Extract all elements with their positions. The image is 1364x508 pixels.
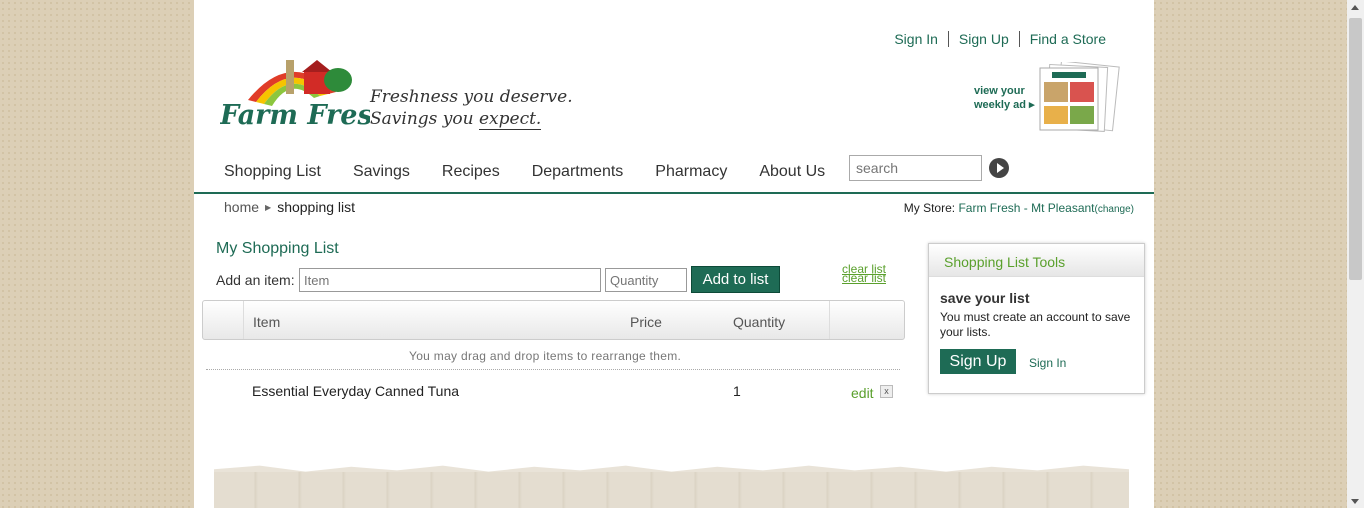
farm-fresh-logo[interactable]: Farm Fresh — [219, 52, 392, 132]
my-store-label: My Store: — [903, 201, 956, 215]
search-input[interactable] — [849, 155, 982, 181]
change-store-link[interactable]: change — [1098, 204, 1131, 215]
column-price: Price — [630, 314, 662, 330]
nav-shopping-list[interactable]: Shopping List — [224, 163, 321, 181]
breadcrumb-current: shopping list — [277, 199, 356, 215]
item-input[interactable] — [299, 268, 601, 292]
column-divider — [243, 301, 244, 339]
nav-divider — [194, 192, 1154, 194]
save-list-heading: save your list — [940, 290, 1030, 306]
banner-wood — [214, 472, 1129, 508]
row-divider — [206, 369, 900, 370]
logo-wordmark: Farm Fresh — [220, 100, 370, 131]
breadcrumb-home[interactable]: home — [224, 199, 259, 215]
scroll-down-icon[interactable] — [1351, 499, 1359, 504]
drag-hint: You may drag and drop items to rearrange… — [409, 349, 682, 363]
nav-departments[interactable]: Departments — [532, 163, 624, 181]
find-store-link[interactable]: Find a Store — [1020, 31, 1116, 47]
scrollbar-thumb[interactable] — [1349, 18, 1362, 280]
tools-sign-in-link[interactable]: Sign In — [1029, 356, 1066, 370]
logo-graphic: Farm Fresh — [219, 60, 392, 131]
sign-in-link[interactable]: Sign In — [884, 31, 948, 47]
column-item: Item — [253, 314, 281, 330]
tools-title: Shopping List Tools — [929, 244, 1144, 277]
nav-recipes[interactable]: Recipes — [442, 163, 500, 181]
breadcrumb-arrow-icon: ▶ — [265, 202, 272, 212]
nav-about-us[interactable]: About Us — [759, 163, 825, 181]
top-links: Sign In Sign Up Find a Store — [884, 31, 1116, 47]
tools-sign-up-button[interactable]: Sign Up — [940, 349, 1016, 374]
column-divider — [829, 301, 830, 339]
sign-up-link[interactable]: Sign Up — [949, 31, 1019, 47]
save-list-text: You must create an account to save your … — [940, 310, 1131, 339]
promo-banner — [214, 462, 1129, 508]
row-quantity: 1 — [733, 383, 741, 399]
add-item-label: Add an item: — [216, 272, 295, 288]
nav-savings[interactable]: Savings — [353, 163, 410, 181]
main-nav: Shopping List Savings Recipes Department… — [224, 163, 857, 181]
page-title: My Shopping List — [216, 240, 339, 257]
my-store-name[interactable]: Farm Fresh - Mt Pleasant — [958, 201, 1094, 215]
breadcrumb: home ▶ shopping list — [224, 199, 355, 215]
column-quantity: Quantity — [733, 314, 786, 330]
search-go-icon[interactable] — [989, 158, 1009, 178]
vertical-scrollbar[interactable] — [1347, 0, 1364, 508]
tagline-line1: Freshness you deserve. — [370, 87, 573, 107]
add-to-list-button[interactable]: Add to list — [691, 266, 780, 293]
my-store: My Store: Farm Fresh - Mt Pleasant(chang… — [903, 201, 1134, 215]
quantity-input[interactable] — [605, 268, 687, 292]
weekly-ad-link[interactable]: view your weekly ad ▸ — [974, 62, 1134, 134]
tagline: Freshness you deserve. Savings you expec… — [370, 86, 573, 130]
nav-pharmacy[interactable]: Pharmacy — [655, 163, 727, 181]
row-remove-icon[interactable]: x — [880, 385, 893, 398]
tagline-line2: Savings you expect. — [370, 109, 542, 130]
weekly-ad-thumbnail — [1039, 62, 1120, 132]
scroll-up-icon[interactable] — [1351, 5, 1359, 10]
shopping-list-tools-panel: Shopping List Tools save your list You m… — [928, 243, 1145, 394]
weekly-ad-text: view your weekly ad ▸ — [974, 85, 1035, 111]
row-edit-link[interactable]: edit — [851, 385, 874, 401]
page: Sign In Sign Up Find a Store Farm Fresh … — [194, 0, 1154, 508]
list-table-header: Item Price Quantity — [202, 300, 905, 340]
clear-list-link[interactable]: clear list clear list — [842, 263, 886, 284]
row-item-name: Essential Everyday Canned Tuna — [252, 383, 460, 399]
